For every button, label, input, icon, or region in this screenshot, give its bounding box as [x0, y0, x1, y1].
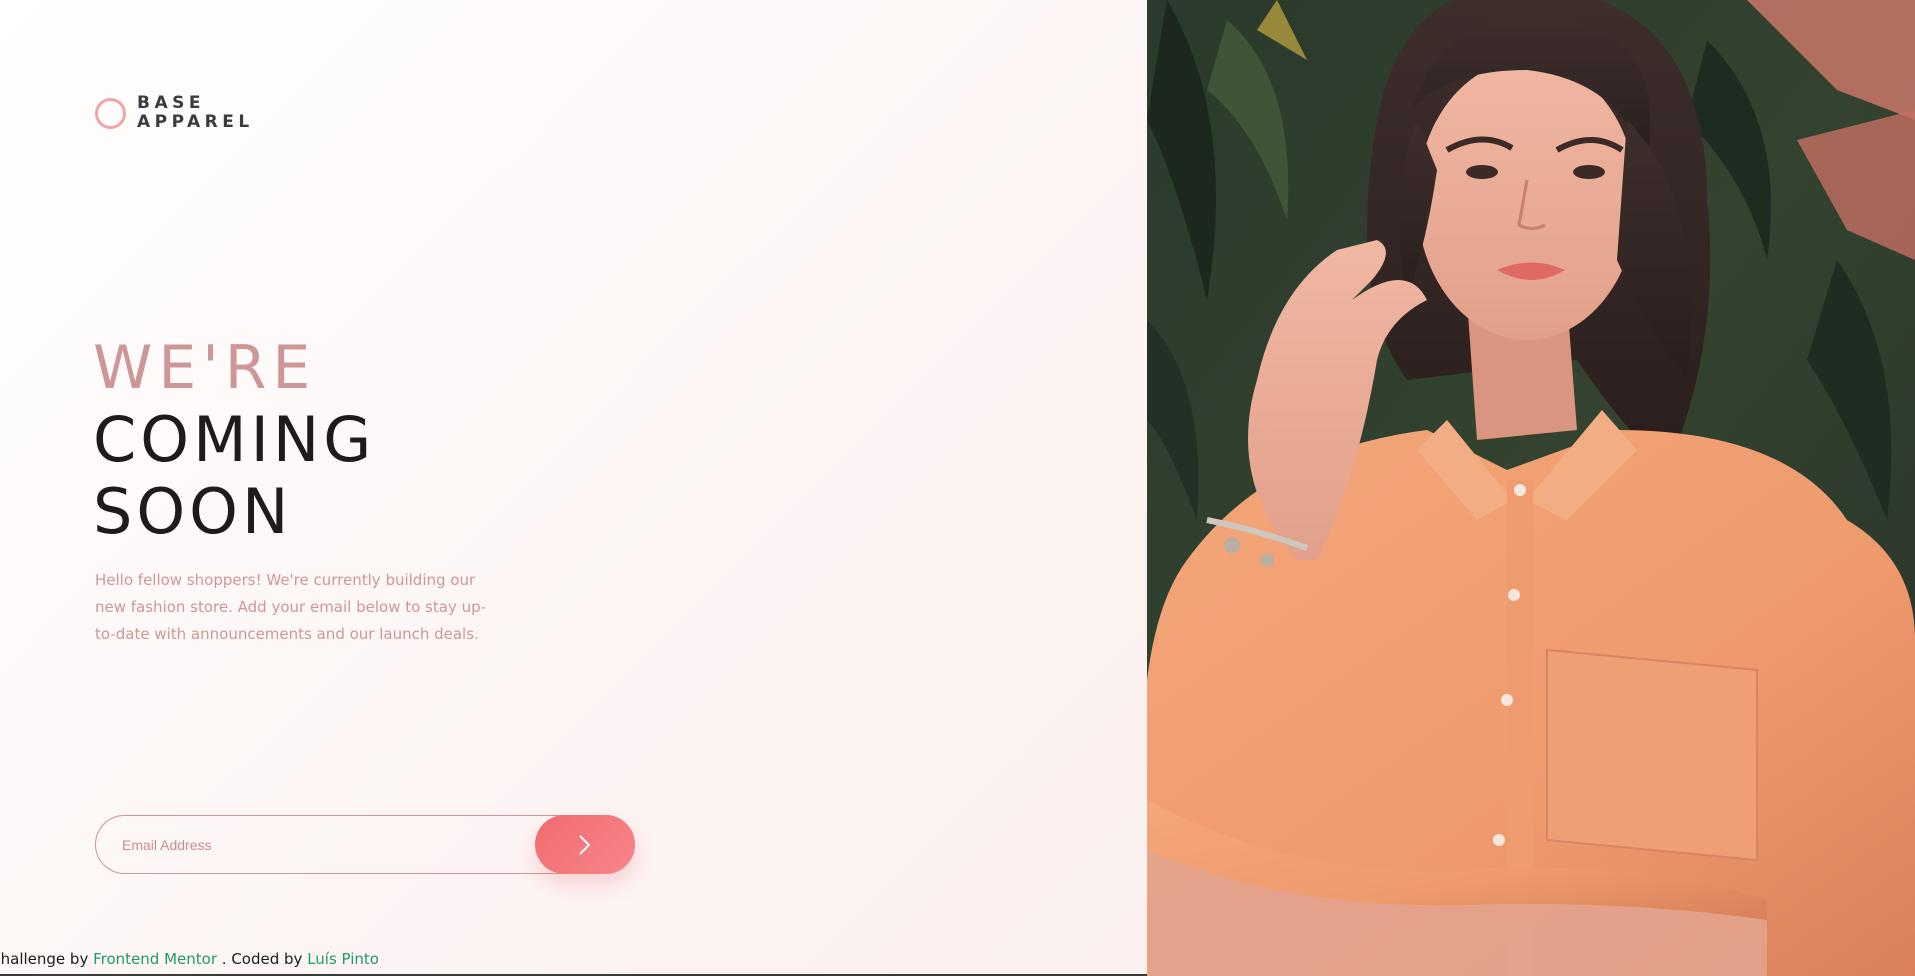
headline-light: WE'RE	[93, 333, 317, 403]
ring-logo-icon	[95, 97, 126, 129]
attribution: Challenge by Frontend Mentor . Coded by …	[0, 950, 379, 968]
chevron-right-icon	[579, 834, 591, 855]
page-headline: WE'RE COMING SOON	[93, 332, 375, 548]
author-link[interactable]: Luís Pinto	[307, 950, 379, 968]
email-signup-form	[95, 815, 635, 874]
hero-illustration	[1147, 0, 1915, 976]
attribution-prefix: Challenge by	[0, 950, 89, 968]
headline-dark-line2: SOON	[93, 475, 293, 548]
intro-text: Hello fellow shoppers! We're currently b…	[95, 571, 487, 643]
brand-name-line2: APPAREL	[137, 112, 254, 132]
brand-name-line1: BASE	[137, 93, 205, 113]
headline-dark-line1: COMING	[93, 403, 376, 476]
attribution-middle: . Coded by	[221, 950, 303, 968]
hero-image	[1147, 0, 1915, 976]
left-panel: BASE APPAREL WE'RE COMING SOON Hello fel…	[0, 0, 1147, 974]
submit-button[interactable]	[535, 815, 635, 874]
brand-name: BASE APPAREL	[137, 94, 254, 132]
brand-logo[interactable]: BASE APPAREL	[95, 94, 254, 132]
frontend-mentor-link[interactable]: Frontend Mentor	[93, 950, 217, 968]
